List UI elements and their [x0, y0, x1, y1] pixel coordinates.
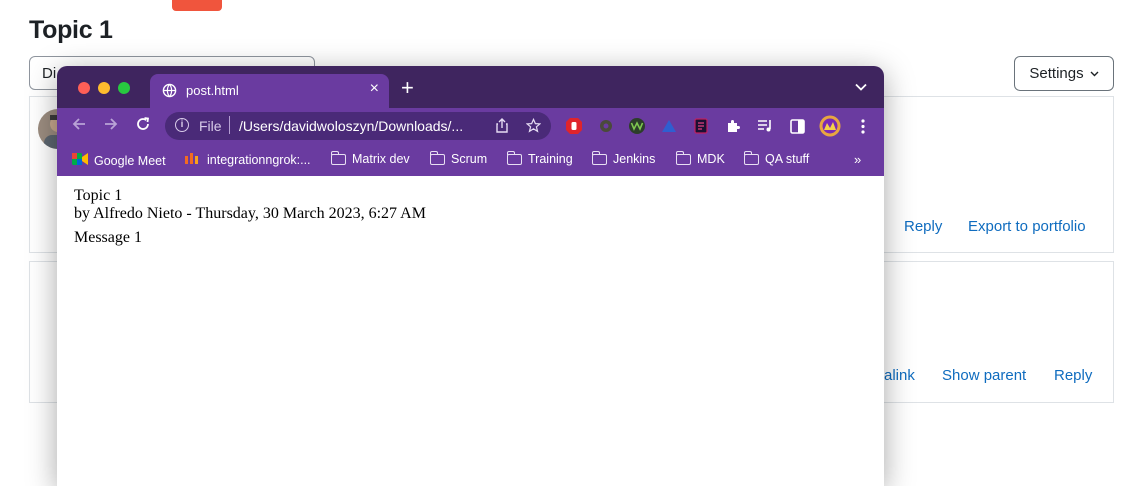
tab-post-html[interactable]: post.html ×	[150, 74, 389, 108]
bookmarks-bar: Google Meet integrationngrok:... Matrix …	[57, 144, 884, 176]
post-byline: by Alfredo Nieto - Thursday, 30 March 20…	[74, 205, 426, 222]
browser-window: post.html × + i File /Users/davidwoloszy…	[57, 66, 884, 486]
tab-title: post.html	[186, 83, 239, 98]
close-tab-icon[interactable]: ×	[370, 80, 379, 98]
bookmark-folder-jenkins[interactable]: Jenkins	[591, 150, 656, 166]
bookmark-label: Matrix dev	[352, 152, 410, 166]
star-icon[interactable]	[525, 117, 542, 136]
google-meet-icon	[72, 152, 88, 169]
export-to-portfolio-link[interactable]: Export to portfolio	[968, 218, 1086, 235]
info-icon[interactable]: i	[175, 118, 189, 132]
settings-button[interactable]: Settings	[1014, 56, 1114, 91]
permalink-link[interactable]: alink	[884, 367, 915, 384]
bookmark-folder-scrum[interactable]: Scrum	[429, 150, 488, 166]
bookmarks-overflow-icon[interactable]: »	[854, 152, 861, 167]
bookmark-integrationngrok[interactable]: integrationngrok:...	[185, 152, 311, 167]
reply-link[interactable]: Reply	[904, 218, 942, 235]
adblock-extension-icon[interactable]	[565, 117, 583, 135]
forward-arrow-icon[interactable]	[103, 116, 119, 136]
red-tab-button[interactable]	[172, 0, 222, 11]
maximize-window-button[interactable]	[118, 82, 130, 94]
side-panel-icon[interactable]	[788, 117, 806, 135]
bookmark-folder-mdk[interactable]: MDK	[675, 150, 725, 166]
triangle-extension-icon[interactable]	[660, 117, 678, 135]
reply-link[interactable]: Reply	[1054, 367, 1092, 384]
folder-icon	[743, 150, 759, 165]
url-scheme-label: File	[199, 118, 222, 134]
minimize-window-button[interactable]	[98, 82, 110, 94]
settings-label: Settings	[1029, 65, 1084, 82]
bookmark-label: MDK	[697, 152, 725, 166]
browser-toolbar: i File /Users/davidwoloszyn/Downloads/..…	[57, 108, 884, 144]
bookmark-label: Scrum	[451, 152, 488, 166]
folder-icon	[429, 150, 445, 165]
new-tab-button[interactable]: +	[401, 77, 414, 99]
reload-icon[interactable]	[135, 116, 151, 136]
address-bar[interactable]: i File /Users/davidwoloszyn/Downloads/..…	[165, 112, 551, 140]
divider	[229, 116, 230, 134]
bookmark-google-meet[interactable]: Google Meet	[72, 152, 166, 169]
media-queue-icon[interactable]	[756, 117, 774, 135]
back-arrow-icon[interactable]	[71, 116, 87, 136]
puzzle-extensions-icon[interactable]	[724, 117, 742, 135]
bookmark-folder-matrix-dev[interactable]: Matrix dev	[330, 150, 410, 166]
folder-icon	[330, 150, 346, 165]
profile-avatar[interactable]	[819, 115, 841, 137]
gear-extension-icon[interactable]	[597, 117, 615, 135]
share-icon[interactable]	[495, 118, 509, 136]
tab-strip: post.html × +	[57, 66, 884, 108]
ngrok-icon	[185, 152, 201, 167]
post-subject: Topic 1	[74, 187, 123, 204]
bookmark-label: Training	[528, 152, 573, 166]
folder-icon	[591, 150, 607, 165]
bookmark-folder-qa-stuff[interactable]: QA stuff	[743, 150, 810, 166]
more-menu-icon[interactable]	[854, 117, 872, 135]
chevron-down-icon	[1090, 69, 1099, 79]
bookmark-label: Jenkins	[613, 152, 656, 166]
bookmark-folder-training[interactable]: Training	[506, 150, 573, 166]
wave-extension-icon[interactable]	[628, 117, 646, 135]
bookmark-label: Google Meet	[94, 153, 166, 168]
folder-icon	[675, 150, 691, 165]
page-content: Topic 1 by Alfredo Nieto - Thursday, 30 …	[57, 176, 884, 486]
bookmark-label: integrationngrok:...	[207, 152, 311, 167]
globe-icon	[162, 83, 177, 103]
page-title: Topic 1	[29, 16, 113, 44]
bookmark-label: QA stuff	[765, 152, 810, 166]
folder-icon	[506, 150, 522, 165]
tab-search-chevron-icon[interactable]	[855, 80, 867, 94]
document-extension-icon[interactable]	[692, 117, 710, 135]
url-text[interactable]: /Users/davidwoloszyn/Downloads/...	[239, 118, 463, 134]
show-parent-link[interactable]: Show parent	[942, 367, 1026, 384]
close-window-button[interactable]	[78, 82, 90, 94]
post-message: Message 1	[74, 229, 142, 246]
